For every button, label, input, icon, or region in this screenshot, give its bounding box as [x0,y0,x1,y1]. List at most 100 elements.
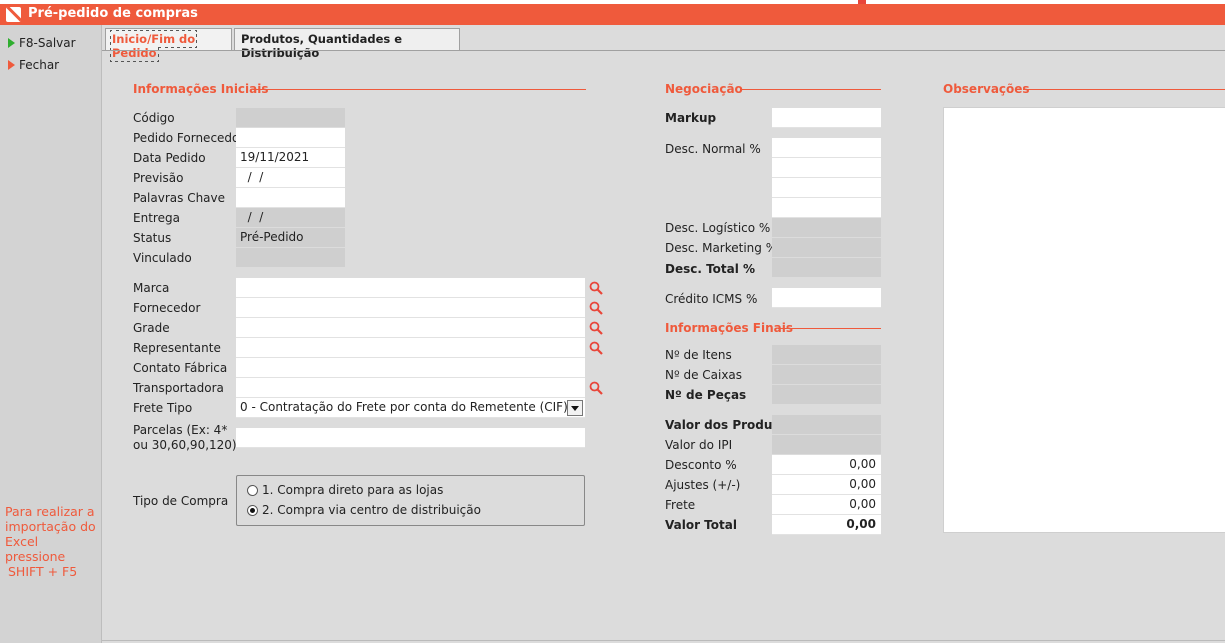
grade-label: Grade [133,321,170,335]
close-button-label: Fechar [19,58,60,72]
parcelas-label: Parcelas (Ex: 4* ou 30,60,90,120) [133,423,237,453]
frete-label: Frete [665,498,696,512]
tab-produtos-quantidades[interactable]: Produtos, Quantidades e Distribuição [234,28,460,60]
transportadora-search-icon[interactable] [589,381,603,395]
transportadora-label: Transportadora [133,381,224,395]
desc-normal-field[interactable] [772,158,881,178]
observacoes-textarea[interactable] [943,107,1225,533]
chevron-down-icon[interactable] [567,400,583,416]
n-itens-field [772,345,881,365]
marca-field[interactable] [236,278,585,298]
codigo-field [236,108,345,128]
desc-normal-field[interactable] [772,138,881,158]
tab-inicio-fim-pedido[interactable]: Inicio/Fim do Pedido [105,28,232,62]
save-button-label: F8-Salvar [19,36,76,50]
section-divider [778,328,881,329]
status-field: Pré-Pedido [236,228,345,248]
n-pecas-label: Nº de Peças [665,388,747,402]
desconto-label: Desconto % [665,458,737,472]
sidebar: F8-Salvar Fechar Para realizar a importa… [0,25,102,643]
desconto-field[interactable]: 0,00 [772,455,881,475]
marca-label: Marca [133,281,170,295]
n-pecas-field [772,385,881,405]
desc-normal-label: Desc. Normal % [665,142,761,156]
n-itens-label: Nº de Itens [665,348,732,362]
hint-line: importação do [5,519,96,534]
desc-logistico-field [772,218,881,238]
grade-search-icon[interactable] [589,321,603,335]
valor-produtos-field [772,415,881,435]
desc-marketing-field [772,238,881,258]
parcelas-field[interactable] [236,428,585,448]
section-title-info-finais: Informações Finais [665,321,794,335]
ajustes-field[interactable]: 0,00 [772,475,881,495]
tipo-compra-group: 1. Compra direto para as lojas 2. Compra… [236,475,585,526]
hint-line: SHIFT + F5 [8,564,78,579]
pedido-fornecedor-field[interactable] [236,128,345,148]
play-green-icon [8,38,15,48]
desc-total-label: Desc. Total % [665,262,756,276]
valor-ipi-field [772,435,881,455]
credito-icms-label: Crédito ICMS % [665,292,758,306]
ajustes-label: Ajustes (+/-) [665,478,741,492]
section-divider [740,89,881,90]
radio-compra-direto-label[interactable]: 1. Compra direto para as lojas [262,483,443,497]
desc-normal-field[interactable] [772,198,881,218]
frete-tipo-label: Frete Tipo [133,401,193,415]
fornecedor-label: Fornecedor [133,301,201,315]
vinculado-label: Vinculado [133,251,192,265]
transportadora-field[interactable] [236,378,585,398]
n-caixas-field [772,365,881,385]
representante-search-icon[interactable] [589,341,603,355]
vinculado-field [236,248,345,268]
section-divider [253,89,586,90]
palavras-chave-field[interactable] [236,188,345,208]
valor-total-label: Valor Total [665,518,737,532]
status-label: Status [133,231,172,245]
entrega-label: Entrega [133,211,180,225]
grade-field[interactable] [236,318,585,338]
close-button[interactable]: Fechar [8,58,59,72]
contato-fabrica-label: Contato Fábrica [133,361,228,375]
desc-normal-field[interactable] [772,178,881,198]
previsao-field[interactable]: / / [236,168,345,188]
frete-tipo-select[interactable]: 0 - Contratação do Frete por conta do Re… [236,398,585,418]
window-title: Pré-pedido de compras [28,6,198,21]
radio-compra-cd-label[interactable]: 2. Compra via centro de distribuição [262,503,481,517]
representante-label: Representante [133,341,221,355]
valor-ipi-label: Valor do IPI [665,438,733,452]
frete-field[interactable]: 0,00 [772,495,881,515]
hint-line: Excel pressione [5,534,66,564]
tipo-compra-label: Tipo de Compra [133,494,229,508]
app-logo-icon [6,7,21,22]
radio-compra-cd[interactable] [247,505,258,516]
title-bar: Pré-pedido de compras [0,4,1225,25]
tab-label: Produtos, Quantidades e Distribuição [241,32,403,60]
contato-fabrica-field[interactable] [236,358,585,378]
section-title-negociacao: Negociação [665,82,743,96]
valor-total-field: 0,00 [772,515,881,535]
parcelas-label-line: ou 30,60,90,120) [133,438,237,452]
markup-field[interactable] [772,108,881,128]
save-button[interactable]: F8-Salvar [8,36,76,50]
section-title-info-iniciais: Informações Iniciais [133,82,269,96]
palavras-chave-label: Palavras Chave [133,191,226,205]
fornecedor-field[interactable] [236,298,585,318]
tab-strip-divider [102,50,1225,51]
previsao-label: Previsão [133,171,184,185]
marca-search-icon[interactable] [589,281,603,295]
desc-logistico-label: Desc. Logístico % [665,221,771,235]
desc-total-field [772,258,881,278]
n-caixas-label: Nº de Caixas [665,368,743,382]
entrega-field: / / [236,208,345,228]
credito-icms-field[interactable] [772,288,881,308]
section-divider [1023,89,1225,90]
fornecedor-search-icon[interactable] [589,301,603,315]
data-pedido-field[interactable]: 19/11/2021 [236,148,345,168]
radio-compra-direto[interactable] [247,485,258,496]
representante-field[interactable] [236,338,585,358]
hint-line: Para realizar a [5,504,95,519]
parcelas-label-line: Parcelas (Ex: 4* [133,423,228,437]
desc-marketing-label: Desc. Marketing % [665,241,778,255]
pedido-fornecedor-label: Pedido Fornecedor [133,131,245,145]
